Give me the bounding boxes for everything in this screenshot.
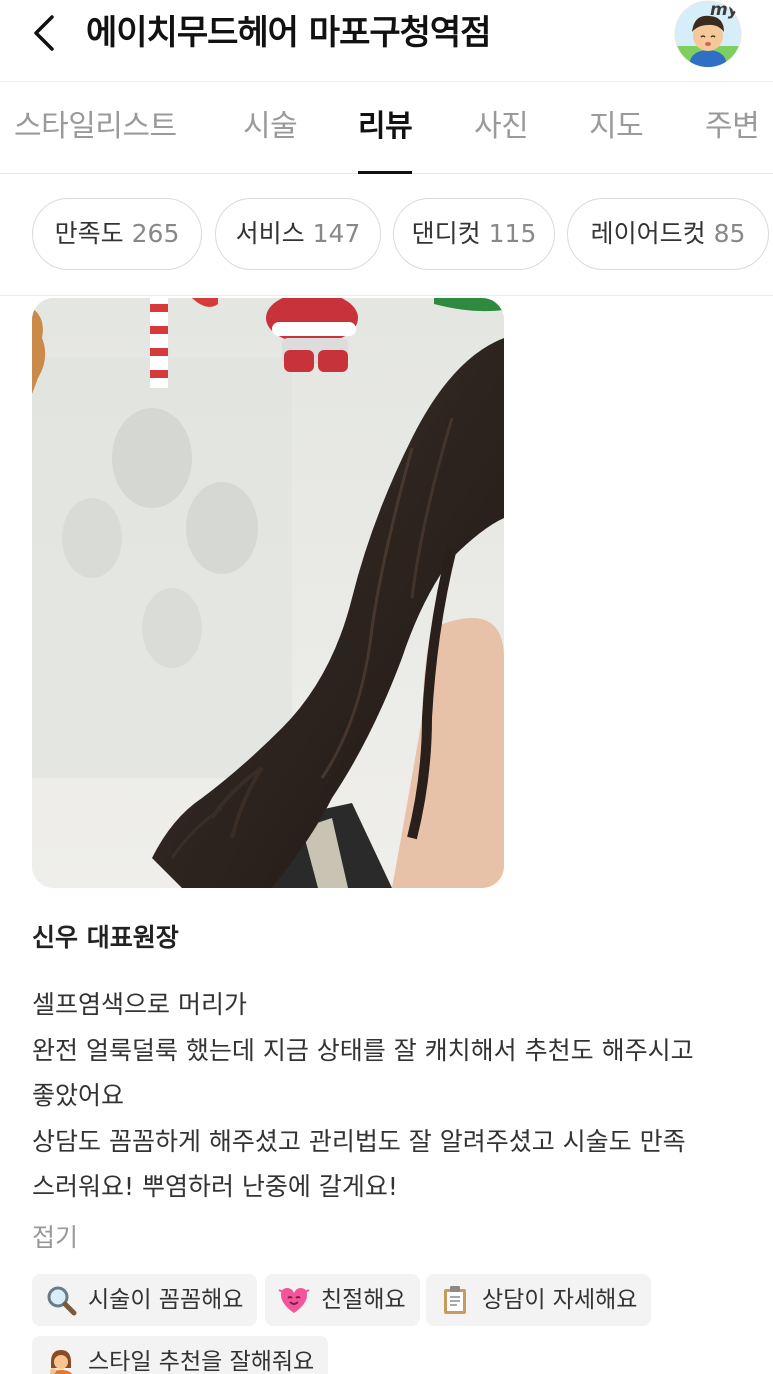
review-filter-chips: 만족도 265 서비스 147 댄디컷 115 레이어드컷 85 [0,174,773,296]
tab-nearby[interactable]: 주변 [705,82,760,174]
keyword-tag: 상담이 자세해요 [426,1274,652,1326]
keyword-tag: 시술이 꼼꼼해요 [32,1274,258,1326]
filter-chip-layered-cut[interactable]: 레이어드컷 85 [567,198,769,270]
magnifier-icon [44,1283,78,1317]
chevron-left-icon [34,15,54,51]
tag-label: 시술이 꼼꼼해요 [88,1287,244,1313]
review-line: 셀프염색으로 머리가 [32,990,247,1019]
stylist-name[interactable]: 신우 대표원장 [32,918,179,958]
filter-chip-dandy-cut[interactable]: 댄디컷 115 [393,198,555,270]
tag-label: 친절해요 [321,1287,406,1313]
tab-photo[interactable]: 사진 [474,82,529,174]
tab-review[interactable]: 리뷰 [358,82,413,174]
avatar-badge: my [710,0,740,20]
tab-treatment[interactable]: 시술 [243,82,298,174]
review-photo-image [32,298,504,888]
chip-label: 만족도 [54,219,124,248]
keyword-tag: 스타일 추천을 잘해줘요 [32,1336,329,1374]
filter-chip-service[interactable]: 서비스 147 [215,198,381,270]
review-line: 좋았어요 [32,1081,125,1110]
tag-label: 스타일 추천을 잘해줘요 [88,1349,315,1374]
tab-map[interactable]: 지도 [589,82,644,174]
top-bar: 에이치무드헤어 마포구청역점 my [0,0,773,82]
tag-label: 상담이 자세해요 [482,1287,638,1313]
review-line: 상담도 꼼꼼하게 해주셨고 관리법도 잘 알려주셨고 시술도 만족 [32,1126,686,1156]
chip-count: 265 [131,219,180,248]
filter-chip-satisfaction[interactable]: 만족도 265 [32,198,202,270]
review-line: 스러워요! 뿌염하러 난중에 갈게요! [32,1172,398,1201]
heart-face-icon [277,1283,311,1317]
review-line: 완전 얼룩덜룩 했는데 지금 상태를 잘 캐치해서 추천도 해주시고 [32,1035,694,1065]
chip-label: 레이어드컷 [590,219,706,248]
chip-count: 147 [312,219,361,248]
review-text: 셀프염색으로 머리가 완전 얼룩덜룩 했는데 지금 상태를 잘 캐치해서 추천도… [32,982,752,1210]
chip-count: 115 [488,219,537,248]
tab-bar: 스타일리스트 시술 리뷰 사진 지도 주변 [0,82,773,174]
tab-stylist[interactable]: 스타일리스트 [14,82,177,174]
person-gesture-icon [44,1345,78,1374]
review-photo[interactable] [32,298,504,888]
profile-avatar-icon: my [674,0,742,68]
fold-button[interactable]: 접기 [32,1218,78,1258]
avatar[interactable]: my [672,0,744,68]
chip-label: 서비스 [235,219,305,248]
clipboard-icon [438,1283,472,1317]
keyword-tag: 친절해요 [265,1274,420,1326]
chip-label: 댄디컷 [411,219,481,248]
chip-count: 85 [713,219,746,248]
page-title: 에이치무드헤어 마포구청역점 [86,13,491,53]
back-button[interactable] [24,10,64,56]
